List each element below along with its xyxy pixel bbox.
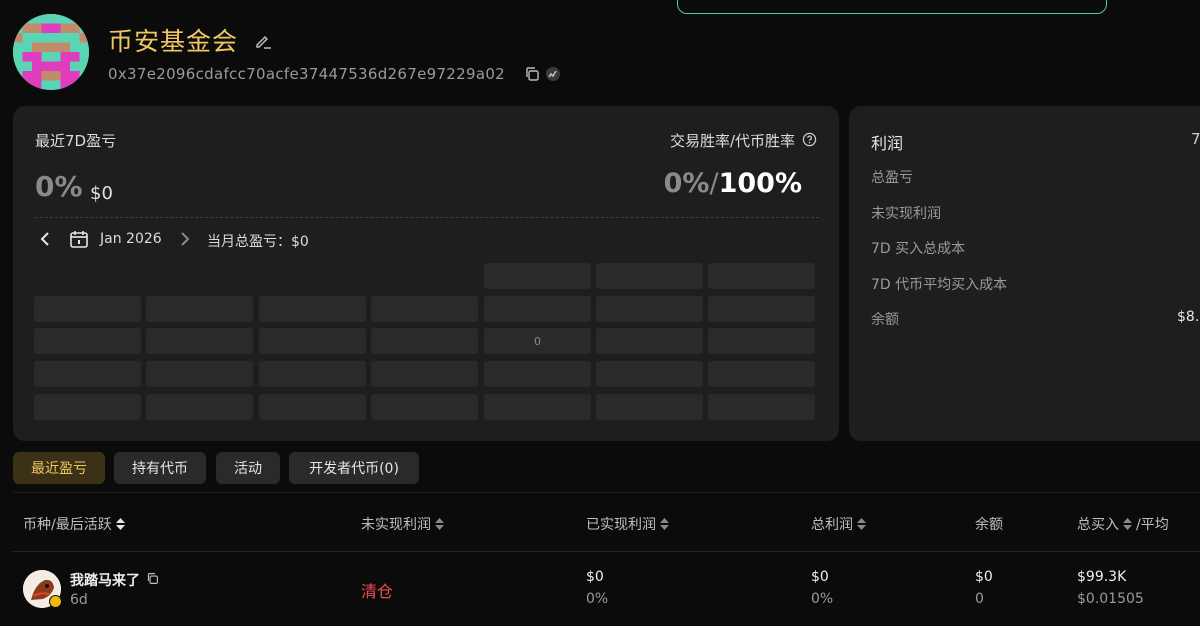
header-divider: [13, 551, 1200, 552]
balance-quantity: 0: [975, 591, 984, 607]
col-header-realized[interactable]: 已实现利润: [586, 514, 669, 534]
profit-row-balance: 余额: [871, 312, 899, 328]
calendar-day-cell[interactable]: [596, 296, 703, 322]
tab-holdings[interactable]: 持有代币: [114, 452, 206, 484]
calendar-day-cell[interactable]: 0: [484, 328, 591, 354]
sort-icon: [660, 518, 669, 530]
realized-value: $0: [586, 569, 604, 585]
calendar-day-cell[interactable]: [259, 328, 366, 354]
calendar-day-cell[interactable]: [484, 263, 591, 289]
bought-total: $99.3K: [1077, 569, 1127, 585]
winrate-values: 0%/100%: [664, 168, 802, 199]
wallet-address: 0x37e2096cdafcc70acfe37447536d267e97229a…: [108, 65, 506, 83]
calendar-day-cell[interactable]: [596, 394, 703, 420]
calendar-day-cell[interactable]: [708, 296, 815, 322]
col-header-total-label: 总利润: [811, 517, 853, 533]
profit-row-buy-cost: 7D 买入总成本: [871, 241, 966, 257]
col-header-unrealized[interactable]: 未实现利润: [361, 514, 444, 534]
month-total: 当月总盈亏：$0: [207, 234, 309, 250]
wallet-name: 币安基金会: [108, 27, 239, 56]
profit-period-partial: 7: [1191, 130, 1200, 148]
calendar-day-cell[interactable]: [596, 361, 703, 387]
sort-icon: [435, 518, 444, 530]
profit-balance-value: $8.1: [1177, 309, 1200, 325]
calendar-day-cell[interactable]: [596, 328, 703, 354]
calendar-day-cell[interactable]: [259, 394, 366, 420]
month-label: Jan 2026: [100, 231, 162, 247]
help-icon[interactable]: [802, 132, 817, 147]
pnl-percent: 0%: [35, 170, 83, 203]
pnl-table: 币种/最后活跃 未实现利润 已实现利润 总利润 余额 总买入 /平均 我踏马来了: [13, 492, 1200, 626]
sort-icon: [115, 518, 125, 530]
calendar-day-cell[interactable]: [371, 328, 478, 354]
total-percent: 0%: [811, 591, 834, 607]
sort-icon: [1123, 518, 1132, 530]
col-header-balance: 余额: [975, 517, 1003, 533]
top-banner-outline: [677, 0, 1107, 14]
col-header-bought[interactable]: 总买入 /平均: [1077, 514, 1169, 534]
edit-icon[interactable]: [253, 31, 273, 51]
bought-average: $0.01505: [1077, 591, 1144, 607]
calendar-day-cell[interactable]: [371, 394, 478, 420]
pnl-panel: 最近7D盈亏 0% $0 交易胜率/代币胜率 0%/100% Jan 2026 …: [13, 106, 839, 441]
copy-icon[interactable]: [524, 66, 540, 82]
calendar-day-cell[interactable]: [708, 328, 815, 354]
sort-icon: [857, 518, 866, 530]
calendar-day-cell[interactable]: [708, 263, 815, 289]
calendar-day-cell[interactable]: [259, 296, 366, 322]
token-last-active: 6d: [70, 592, 88, 608]
tab-recent-pnl[interactable]: 最近盈亏: [13, 452, 105, 484]
calendar-day-cell[interactable]: [484, 394, 591, 420]
bnb-chain-icon: [49, 595, 62, 608]
balance-value: $0: [975, 569, 993, 585]
calendar-day-cell[interactable]: [146, 296, 253, 322]
explorer-icon[interactable]: [545, 66, 561, 82]
copy-icon[interactable]: [146, 572, 159, 585]
token-winrate: 100%: [718, 168, 802, 199]
calendar-day-cell[interactable]: [146, 328, 253, 354]
winrate-slash: /: [709, 168, 719, 199]
calendar-day-cell[interactable]: [34, 394, 141, 420]
calendar-day-cell[interactable]: [596, 263, 703, 289]
tab-dev-tokens[interactable]: 开发者代币(0): [289, 452, 419, 484]
calendar-icon[interactable]: [69, 229, 89, 249]
trade-winrate: 0%: [663, 168, 710, 199]
calendar-day-cell[interactable]: [708, 361, 815, 387]
chevron-right-icon[interactable]: [175, 230, 193, 248]
col-header-unrealized-label: 未实现利润: [361, 517, 431, 533]
tab-activity[interactable]: 活动: [216, 452, 280, 484]
token-name[interactable]: 我踏马来了: [70, 570, 140, 590]
wallet-avatar: [13, 14, 89, 90]
pnl-amount: $0: [90, 183, 113, 204]
calendar-day-cell[interactable]: [484, 361, 591, 387]
col-header-token[interactable]: 币种/最后活跃: [23, 514, 125, 534]
profit-panel: 利润 7 总盈亏 未实现利润 7D 买入总成本 7D 代币平均买入成本 余额 $…: [849, 106, 1200, 441]
profit-row-avg-cost: 7D 代币平均买入成本: [871, 277, 1008, 293]
col-header-token-label: 币种/最后活跃: [23, 517, 112, 533]
calendar-day-cell[interactable]: [371, 361, 478, 387]
calendar-day-cell[interactable]: [371, 296, 478, 322]
calendar-day-cell[interactable]: [146, 394, 253, 420]
divider: [35, 217, 819, 218]
calendar-day-cell[interactable]: [34, 328, 141, 354]
calendar-day-cell[interactable]: [484, 296, 591, 322]
calendar-day-cell[interactable]: [34, 361, 141, 387]
col-header-bought-label: 总买入: [1077, 517, 1119, 533]
winrate-label: 交易胜率/代币胜率: [669, 132, 795, 150]
unrealized-status: 清仓: [361, 582, 394, 601]
pnl-title: 最近7D盈亏: [35, 132, 117, 150]
calendar-day-cell[interactable]: [708, 394, 815, 420]
col-header-total[interactable]: 总利润: [811, 514, 866, 534]
col-header-avg-label: /平均: [1136, 517, 1169, 533]
profit-row-unrealized: 未实现利润: [871, 206, 941, 222]
col-header-realized-label: 已实现利润: [586, 517, 656, 533]
profit-row-total-pnl: 总盈亏: [871, 170, 913, 186]
calendar-day-cell[interactable]: [259, 361, 366, 387]
calendar-day-cell[interactable]: [34, 296, 141, 322]
chevron-left-icon[interactable]: [37, 230, 55, 248]
profit-title: 利润: [871, 134, 904, 153]
realized-percent: 0%: [586, 591, 609, 607]
total-value: $0: [811, 569, 829, 585]
calendar-day-cell[interactable]: [146, 361, 253, 387]
